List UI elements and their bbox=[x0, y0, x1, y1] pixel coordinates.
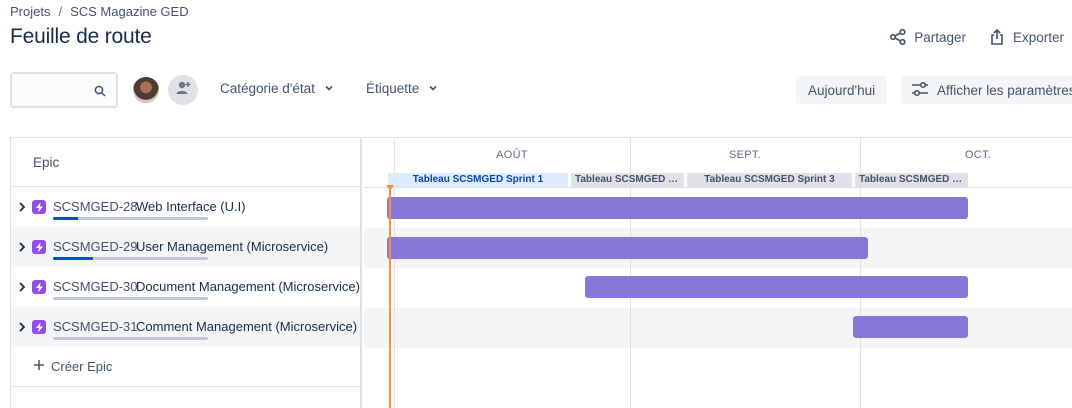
label-filter-label: Étiquette bbox=[366, 81, 420, 96]
breadcrumb-separator: / bbox=[58, 4, 63, 19]
plus-icon bbox=[33, 359, 45, 374]
export-label: Exporter bbox=[1012, 29, 1064, 45]
sliders-icon bbox=[911, 81, 929, 100]
view-settings-label: Afficher les paramètres bbox=[937, 82, 1072, 98]
header-actions: Partager Exporter bbox=[889, 26, 1064, 48]
breadcrumb-projects-link[interactable]: Projets bbox=[10, 4, 50, 19]
sprint-label[interactable]: Tableau SCSMGED S... bbox=[855, 173, 968, 187]
epic-row[interactable]: SCSMGED-28 Web Interface (U.I) bbox=[11, 187, 360, 227]
avatar[interactable] bbox=[131, 75, 161, 105]
label-filter[interactable]: Étiquette bbox=[366, 81, 438, 96]
create-epic-button[interactable]: Créer Epic bbox=[11, 347, 360, 387]
breadcrumb-project-link[interactable]: SCS Magazine GED bbox=[70, 4, 189, 19]
chevron-right-icon[interactable] bbox=[17, 280, 27, 298]
epic-name[interactable]: Comment Management (Microservice) bbox=[136, 319, 357, 334]
view-settings-button[interactable]: Afficher les paramètres bbox=[901, 76, 1072, 104]
chevron-down-icon bbox=[428, 81, 438, 96]
epic-progress-bar bbox=[53, 337, 208, 340]
share-label: Partager bbox=[914, 29, 966, 45]
epic-progress-fill bbox=[53, 257, 94, 260]
chevron-right-icon[interactable] bbox=[17, 200, 27, 218]
epic-row[interactable]: SCSMGED-30 Document Management (Microser… bbox=[11, 267, 360, 307]
epic-lightning-icon bbox=[32, 240, 46, 254]
month-label: OCT. bbox=[964, 149, 992, 161]
epic-progress-bar bbox=[53, 257, 208, 260]
breadcrumb: Projets / SCS Magazine GED bbox=[10, 4, 189, 19]
toolbar: Catégorie d'état Étiquette Aujourd'hui A… bbox=[10, 72, 1072, 108]
epic-key[interactable]: SCSMGED-31 bbox=[53, 319, 138, 334]
sprint-label[interactable]: Tableau SCSMGED Sprint 3 bbox=[687, 173, 852, 187]
sprint-label[interactable]: Tableau SCSMGED S... bbox=[571, 173, 684, 187]
export-button[interactable]: Exporter bbox=[988, 26, 1064, 48]
epic-progress-bar bbox=[53, 217, 208, 220]
add-user-icon bbox=[174, 79, 192, 102]
epic-bar-scsmged-28[interactable] bbox=[387, 197, 968, 219]
epic-lightning-icon bbox=[32, 280, 46, 294]
epic-name[interactable]: Document Management (Microservice) bbox=[136, 279, 360, 294]
epic-column-header: Epic bbox=[11, 138, 360, 187]
roadmap-grid: Epic SCSMGED-28 Web Interface (U.I) SCSM… bbox=[10, 137, 1072, 408]
status-category-filter[interactable]: Catégorie d'état bbox=[220, 81, 334, 96]
epic-bar-scsmged-29[interactable] bbox=[387, 237, 868, 259]
epic-list-panel: Epic SCSMGED-28 Web Interface (U.I) SCSM… bbox=[11, 138, 362, 408]
epic-name[interactable]: User Management (Microservice) bbox=[136, 239, 328, 254]
epic-name[interactable]: Web Interface (U.I) bbox=[136, 199, 246, 214]
chevron-right-icon[interactable] bbox=[17, 320, 27, 338]
chevron-down-icon bbox=[324, 81, 334, 96]
share-button[interactable]: Partager bbox=[889, 26, 966, 48]
epic-progress-fill bbox=[53, 217, 78, 220]
epic-lightning-icon bbox=[32, 320, 46, 334]
status-category-filter-label: Catégorie d'état bbox=[220, 81, 315, 96]
month-label: AOÛT bbox=[496, 149, 528, 161]
epic-lightning-icon bbox=[32, 200, 46, 214]
sprint-label[interactable]: Tableau SCSMGED Sprint 1 bbox=[388, 173, 568, 187]
search-input[interactable] bbox=[10, 72, 118, 108]
epic-row[interactable]: SCSMGED-29 User Management (Microservice… bbox=[11, 227, 360, 267]
today-button[interactable]: Aujourd'hui bbox=[796, 76, 888, 104]
chevron-right-icon[interactable] bbox=[17, 240, 27, 258]
share-icon bbox=[889, 28, 907, 46]
month-label: SEPT. bbox=[728, 149, 762, 161]
export-icon bbox=[988, 28, 1006, 46]
epic-bar-scsmged-31[interactable] bbox=[853, 316, 968, 338]
epic-row[interactable]: SCSMGED-31 Comment Management (Microserv… bbox=[11, 307, 360, 347]
timeline-header-divider bbox=[364, 187, 1072, 188]
epic-bar-scsmged-30[interactable] bbox=[585, 276, 968, 298]
epic-key[interactable]: SCSMGED-28 bbox=[53, 199, 138, 214]
search-icon bbox=[94, 84, 106, 102]
timeline: AOÛT SEPT. OCT. Tableau SCSMGED Sprint 1… bbox=[364, 138, 1072, 408]
create-epic-label: Créer Epic bbox=[51, 359, 113, 374]
epic-key[interactable]: SCSMGED-29 bbox=[53, 239, 138, 254]
page-title: Feuille de route bbox=[10, 25, 152, 48]
epic-key[interactable]: SCSMGED-30 bbox=[53, 279, 138, 294]
today-line bbox=[389, 188, 391, 408]
add-user-button[interactable] bbox=[168, 75, 198, 105]
epic-progress-bar bbox=[53, 297, 208, 300]
